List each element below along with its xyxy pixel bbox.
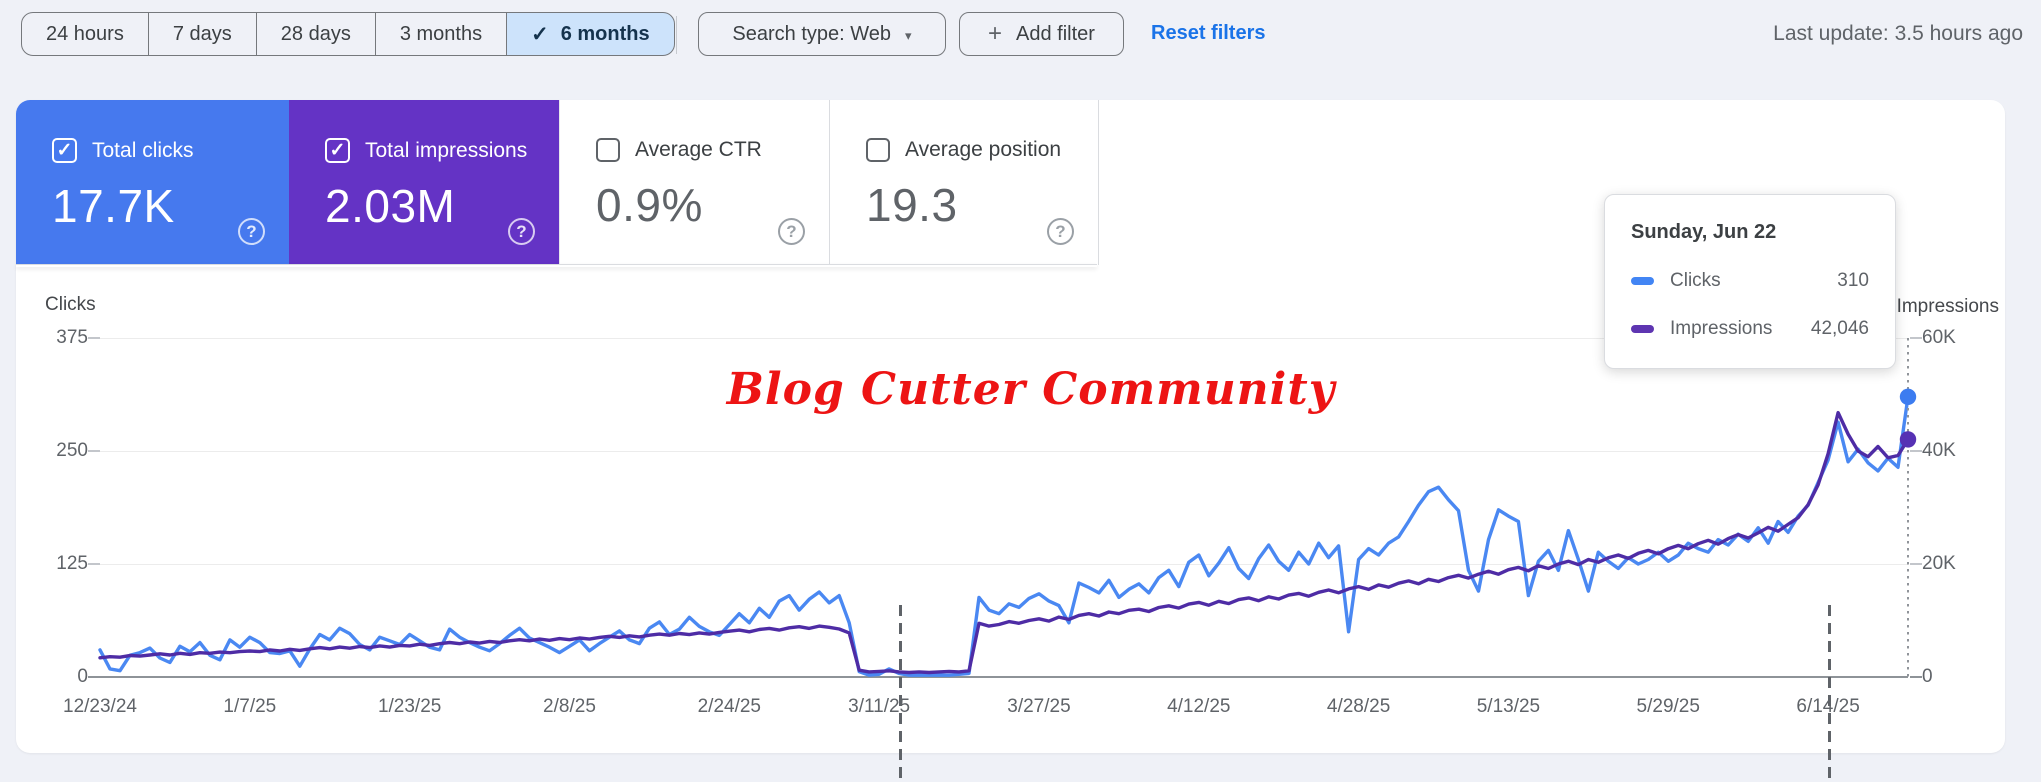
chart-tooltip: Sunday, Jun 22 Clicks 310 Impressions 42… [1604, 194, 1896, 369]
series-line-clicks [98, 395, 1910, 677]
help-icon[interactable]: ? [508, 218, 535, 245]
left-tick-250: 250 [56, 440, 88, 461]
x-label: 4/28/25 [1326, 696, 1391, 717]
right-tick-60k: 60K [1922, 327, 1956, 348]
metric-cards: ✓ Total clicks 17.7K ? ✓ Total impressio… [16, 100, 1099, 265]
toolbar-divider [676, 16, 677, 54]
x-axis-labels: 12/23/24 1/7/25 1/23/25 2/8/25 2/24/25 3… [63, 696, 1908, 722]
help-icon[interactable]: ? [1047, 218, 1074, 245]
cards-bottom-shadow [16, 264, 1097, 267]
checkbox-unchecked-icon[interactable] [866, 138, 890, 162]
tooltip-date: Sunday, Jun 22 [1631, 221, 1777, 243]
x-label: 4/12/25 [1167, 696, 1231, 717]
date-range-6-months-label: 6 months [560, 22, 650, 45]
add-filter-button[interactable]: + Add filter [959, 12, 1124, 56]
check-icon: ✓ [531, 22, 549, 46]
clicks-series-color-dash-icon [1631, 277, 1654, 285]
x-label: 1/23/25 [377, 696, 442, 717]
card-total-clicks[interactable]: ✓ Total clicks 17.7K ? [16, 100, 289, 265]
series-line-impressions [98, 410, 1910, 675]
last-update-text: Last update: 3.5 hours ago [1773, 22, 2023, 45]
date-range-24-hours[interactable]: 24 hours [21, 12, 149, 56]
date-range-3-months[interactable]: 3 months [374, 12, 508, 56]
left-tick-0: 0 [77, 666, 88, 687]
date-range-group: 24 hours 7 days 28 days 3 months ✓ 6 mon… [21, 12, 675, 56]
annotation-dashed-line [1828, 605, 1831, 782]
top-toolbar: 24 hours 7 days 28 days 3 months ✓ 6 mon… [0, 0, 2041, 70]
add-filter-label: Add filter [1016, 22, 1095, 45]
card-label: Total clicks [92, 138, 194, 162]
x-label: 12/23/24 [63, 696, 137, 717]
right-tick-0: 0 [1922, 666, 1933, 687]
card-average-position[interactable]: Average position 19.3 ? [829, 100, 1099, 265]
tooltip-row-impressions: Impressions 42,046 [1631, 318, 1869, 340]
x-label: 1/7/25 [223, 696, 277, 717]
right-tick-40k: 40K [1922, 440, 1956, 461]
date-range-7-days[interactable]: 7 days [147, 12, 257, 56]
date-range-6-months[interactable]: ✓ 6 months [506, 12, 675, 56]
tooltip-row-clicks: Clicks 310 [1631, 270, 1869, 292]
x-label: 5/13/25 [1476, 696, 1541, 717]
tooltip-label: Clicks [1670, 270, 1721, 291]
card-total-impressions[interactable]: ✓ Total impressions 2.03M ? [289, 100, 559, 265]
hover-dot-clicks [1899, 388, 1917, 405]
hover-dot-impressions [1899, 431, 1917, 448]
card-label: Total impressions [365, 138, 528, 162]
right-tick-20k: 20K [1922, 553, 1956, 574]
x-label: 2/24/25 [697, 696, 761, 717]
tooltip-value: 310 [1837, 270, 1869, 291]
checkbox-checked-icon[interactable]: ✓ [52, 138, 77, 163]
chevron-down-icon: ▾ [905, 27, 912, 43]
left-axis-title: Clicks [45, 294, 96, 315]
checkbox-checked-icon[interactable]: ✓ [325, 138, 350, 163]
right-axis-title: Impressions [1896, 296, 1999, 317]
card-label: Average position [905, 138, 1062, 161]
performance-line-chart[interactable] [98, 338, 1917, 677]
x-label: 3/27/25 [1007, 696, 1071, 717]
help-icon[interactable]: ? [238, 218, 265, 245]
checkbox-unchecked-icon[interactable] [596, 138, 620, 162]
reset-filters-link[interactable]: Reset filters [1151, 22, 1266, 45]
left-tick-125: 125 [56, 553, 88, 574]
card-label: Average CTR [635, 138, 762, 161]
x-label: 2/8/25 [543, 696, 596, 717]
help-icon[interactable]: ? [778, 218, 805, 245]
x-label: 5/29/25 [1636, 696, 1700, 717]
left-tick-375: 375 [56, 327, 88, 348]
search-type-dropdown[interactable]: Search type: Web ▾ [698, 12, 946, 56]
date-range-28-days[interactable]: 28 days [255, 12, 376, 56]
tooltip-label: Impressions [1670, 318, 1773, 339]
tooltip-value: 42,046 [1810, 318, 1869, 339]
plus-icon: + [988, 20, 1003, 47]
card-average-ctr[interactable]: Average CTR 0.9% ? [559, 100, 829, 265]
search-type-label: Search type: Web [732, 22, 892, 45]
impressions-series-color-dash-icon [1631, 325, 1654, 333]
annotation-dashed-line [899, 605, 902, 782]
